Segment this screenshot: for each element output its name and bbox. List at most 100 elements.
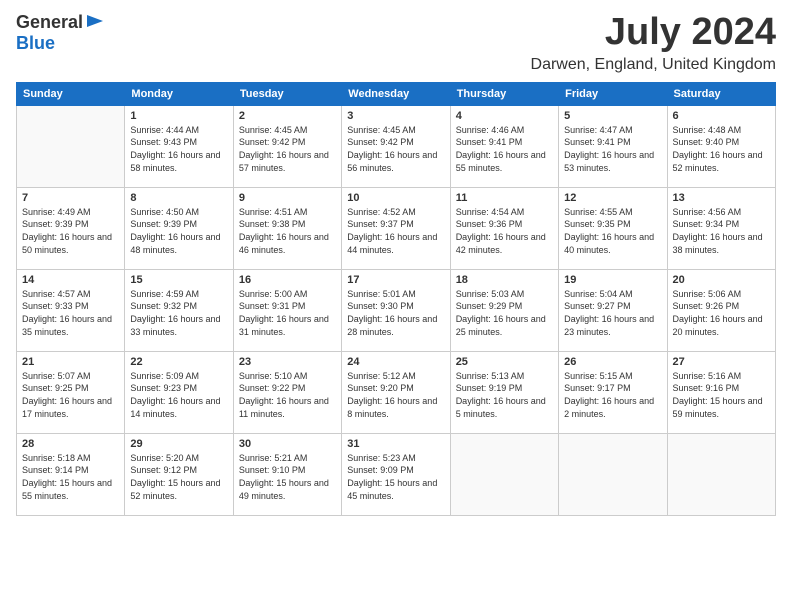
calendar-cell: 29 Sunrise: 5:20 AMSunset: 9:12 PMDayligh… (125, 433, 233, 515)
day-number: 30 (239, 438, 336, 450)
day-info: Sunrise: 4:59 AMSunset: 9:32 PMDaylight:… (130, 288, 227, 338)
calendar-cell (17, 105, 125, 187)
day-info: Sunrise: 5:06 AMSunset: 9:26 PMDaylight:… (673, 288, 770, 338)
day-info: Sunrise: 4:54 AMSunset: 9:36 PMDaylight:… (456, 206, 553, 256)
logo-blue-text: Blue (16, 33, 55, 53)
calendar-cell: 14Sunrise: 4:57 AMSunset: 9:33 PMDayligh… (17, 269, 125, 351)
day-info: Sunrise: 4:44 AMSunset: 9:43 PMDaylight:… (130, 124, 227, 174)
day-number: 12 (564, 192, 661, 204)
day-number: 14 (22, 274, 119, 286)
day-number: 21 (22, 356, 119, 368)
day-info: Sunrise: 5:16 AMSunset: 9:16 PMDaylight:… (673, 370, 770, 420)
day-number: 6 (673, 110, 770, 122)
day-number: 4 (456, 110, 553, 122)
day-info: Sunrise: 4:52 AMSunset: 9:37 PMDaylight:… (347, 206, 444, 256)
logo-flag-icon (85, 13, 105, 33)
weekday-header-monday: Monday (125, 82, 233, 105)
day-number: 26 (564, 356, 661, 368)
week-row-5: 28Sunrise: 5:18 AMSunset: 9:14 PMDayligh… (17, 433, 776, 515)
day-number: 22 (130, 356, 227, 368)
day-info: Sunrise: 4:45 AMSunset: 9:42 PMDaylight:… (347, 124, 444, 174)
day-number: 7 (22, 192, 119, 204)
calendar-cell: 5 Sunrise: 4:47 AMSunset: 9:41 PMDaylight… (559, 105, 667, 187)
day-number: 25 (456, 356, 553, 368)
location-text: Darwen, England, United Kingdom (531, 56, 776, 74)
day-info: Sunrise: 5:09 AMSunset: 9:23 PMDaylight:… (130, 370, 227, 420)
calendar-cell: 19 Sunrise: 5:04 AMSunset: 9:27 PMDayligh… (559, 269, 667, 351)
day-info: Sunrise: 5:12 AMSunset: 9:20 PMDaylight:… (347, 370, 444, 420)
day-number: 10 (347, 192, 444, 204)
day-info: Sunrise: 4:56 AMSunset: 9:34 PMDaylight:… (673, 206, 770, 256)
day-info: Sunrise: 4:47 AMSunset: 9:41 PMDaylight:… (564, 124, 661, 174)
title-area: July 2024 Darwen, England, United Kingdo… (531, 12, 776, 74)
day-number: 13 (673, 192, 770, 204)
week-row-3: 14Sunrise: 4:57 AMSunset: 9:33 PMDayligh… (17, 269, 776, 351)
calendar-cell: 4 Sunrise: 4:46 AMSunset: 9:41 PMDaylight… (450, 105, 558, 187)
calendar-cell (450, 433, 558, 515)
calendar-cell: 20Sunrise: 5:06 AMSunset: 9:26 PMDayligh… (667, 269, 775, 351)
calendar-cell: 17 Sunrise: 5:01 AMSunset: 9:30 PMDayligh… (342, 269, 450, 351)
day-number: 15 (130, 274, 227, 286)
day-info: Sunrise: 5:04 AMSunset: 9:27 PMDaylight:… (564, 288, 661, 338)
day-info: Sunrise: 5:21 AMSunset: 9:10 PMDaylight:… (239, 452, 336, 502)
day-number: 19 (564, 274, 661, 286)
calendar-cell: 11 Sunrise: 4:54 AMSunset: 9:36 PMDayligh… (450, 187, 558, 269)
day-info: Sunrise: 4:48 AMSunset: 9:40 PMDaylight:… (673, 124, 770, 174)
calendar-cell: 24Sunrise: 5:12 AMSunset: 9:20 PMDayligh… (342, 351, 450, 433)
day-info: Sunrise: 5:07 AMSunset: 9:25 PMDaylight:… (22, 370, 119, 420)
day-number: 27 (673, 356, 770, 368)
calendar-cell: 28Sunrise: 5:18 AMSunset: 9:14 PMDayligh… (17, 433, 125, 515)
weekday-header-sunday: Sunday (17, 82, 125, 105)
week-row-4: 21 Sunrise: 5:07 AMSunset: 9:25 PMDayligh… (17, 351, 776, 433)
calendar-cell: 1 Sunrise: 4:44 AMSunset: 9:43 PMDaylight… (125, 105, 233, 187)
calendar-cell: 25Sunrise: 5:13 AMSunset: 9:19 PMDayligh… (450, 351, 558, 433)
calendar-cell: 7 Sunrise: 4:49 AMSunset: 9:39 PMDaylight… (17, 187, 125, 269)
calendar-cell: 9 Sunrise: 4:51 AMSunset: 9:38 PMDaylight… (233, 187, 341, 269)
day-number: 11 (456, 192, 553, 204)
month-title: July 2024 (531, 12, 776, 54)
day-number: 2 (239, 110, 336, 122)
day-info: Sunrise: 5:00 AMSunset: 9:31 PMDaylight:… (239, 288, 336, 338)
day-number: 5 (564, 110, 661, 122)
page: General Blue July 2024 Darwen, England, … (0, 0, 792, 612)
day-info: Sunrise: 4:49 AMSunset: 9:39 PMDaylight:… (22, 206, 119, 256)
day-info: Sunrise: 5:20 AMSunset: 9:12 PMDaylight:… (130, 452, 227, 502)
weekday-header-thursday: Thursday (450, 82, 558, 105)
calendar-cell: 6 Sunrise: 4:48 AMSunset: 9:40 PMDaylight… (667, 105, 775, 187)
weekday-header-saturday: Saturday (667, 82, 775, 105)
calendar-cell: 23Sunrise: 5:10 AMSunset: 9:22 PMDayligh… (233, 351, 341, 433)
calendar-cell: 10 Sunrise: 4:52 AMSunset: 9:37 PMDayligh… (342, 187, 450, 269)
day-number: 31 (347, 438, 444, 450)
calendar-cell: 26Sunrise: 5:15 AMSunset: 9:17 PMDayligh… (559, 351, 667, 433)
day-info: Sunrise: 5:03 AMSunset: 9:29 PMDaylight:… (456, 288, 553, 338)
day-info: Sunrise: 4:46 AMSunset: 9:41 PMDaylight:… (456, 124, 553, 174)
calendar-cell: 31Sunrise: 5:23 AMSunset: 9:09 PMDayligh… (342, 433, 450, 515)
calendar-cell: 21 Sunrise: 5:07 AMSunset: 9:25 PMDayligh… (17, 351, 125, 433)
calendar-cell: 12 Sunrise: 4:55 AMSunset: 9:35 PMDayligh… (559, 187, 667, 269)
day-info: Sunrise: 5:01 AMSunset: 9:30 PMDaylight:… (347, 288, 444, 338)
calendar-cell: 18 Sunrise: 5:03 AMSunset: 9:29 PMDayligh… (450, 269, 558, 351)
day-info: Sunrise: 4:55 AMSunset: 9:35 PMDaylight:… (564, 206, 661, 256)
header: General Blue July 2024 Darwen, England, … (16, 12, 776, 74)
weekday-header-wednesday: Wednesday (342, 82, 450, 105)
day-info: Sunrise: 4:45 AMSunset: 9:42 PMDaylight:… (239, 124, 336, 174)
calendar-table: SundayMondayTuesdayWednesdayThursdayFrid… (16, 82, 776, 516)
logo: General Blue (16, 12, 105, 54)
calendar-cell: 3Sunrise: 4:45 AMSunset: 9:42 PMDaylight… (342, 105, 450, 187)
day-info: Sunrise: 4:51 AMSunset: 9:38 PMDaylight:… (239, 206, 336, 256)
day-number: 17 (347, 274, 444, 286)
calendar-cell: 15 Sunrise: 4:59 AMSunset: 9:32 PMDayligh… (125, 269, 233, 351)
day-number: 28 (22, 438, 119, 450)
day-number: 1 (130, 110, 227, 122)
day-number: 8 (130, 192, 227, 204)
day-number: 16 (239, 274, 336, 286)
day-number: 9 (239, 192, 336, 204)
calendar-cell: 22 Sunrise: 5:09 AMSunset: 9:23 PMDayligh… (125, 351, 233, 433)
day-number: 29 (130, 438, 227, 450)
weekday-header-tuesday: Tuesday (233, 82, 341, 105)
logo-general-text: General (16, 12, 83, 33)
weekday-header-friday: Friday (559, 82, 667, 105)
day-number: 23 (239, 356, 336, 368)
weekday-header-row: SundayMondayTuesdayWednesdayThursdayFrid… (17, 82, 776, 105)
day-number: 18 (456, 274, 553, 286)
